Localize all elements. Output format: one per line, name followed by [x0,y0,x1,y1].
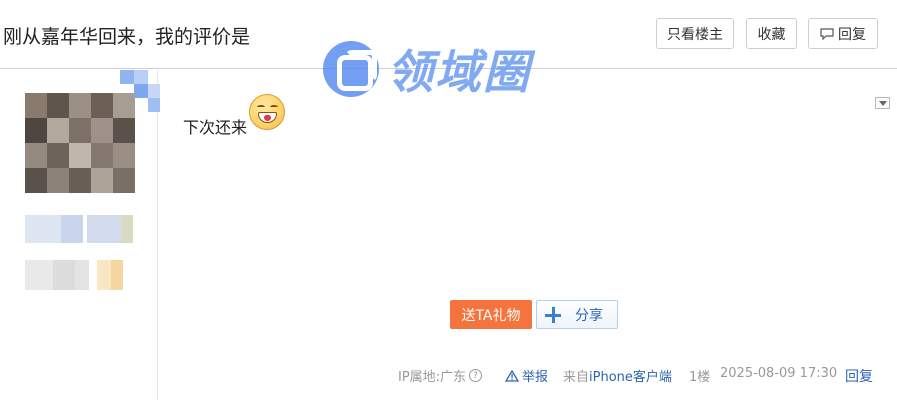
help-icon[interactable]: ? [469,369,483,382]
ip-location-label: IP属地:广东 [398,370,467,385]
avatar[interactable] [25,93,135,193]
favorite-button[interactable]: 收藏 [746,18,797,49]
warning-icon [505,369,519,382]
send-gift-button[interactable]: 送TA礼物 [450,300,532,329]
share-button-label: 分享 [575,307,603,324]
post-source: 来自 iPhone客户端 [563,366,672,385]
thread-title: 刚从嘉年华回来，我的评价是 [3,26,251,48]
author-level-blurred [25,260,145,290]
share-button[interactable]: 分享 [536,300,618,329]
floor-number: 1楼 [689,370,711,385]
only-op-button[interactable]: 只看楼主 [656,18,734,49]
post-time: 2025-08-09 17:30 [720,366,838,381]
author-column [3,70,160,400]
plus-icon [545,306,561,323]
grin-heart-emoji-icon [249,94,285,130]
author-name-blurred[interactable] [25,215,135,243]
thread-header: 刚从嘉年华回来，我的评价是 只看楼主 收藏 回复 [0,0,897,69]
source-device-link[interactable]: iPhone客户端 [589,366,672,385]
ip-location: IP属地:广东 ? [398,366,483,385]
comment-icon [820,27,834,40]
post-reply-link[interactable]: 回复 [845,366,873,386]
reply-button[interactable]: 回复 [808,18,878,49]
post-content: 下次还来 [183,118,248,137]
report-label: 举报 [522,370,549,385]
source-prefix: 来自 [563,370,590,385]
reply-button-label: 回复 [838,26,866,43]
report-link[interactable]: 举报 [505,366,548,385]
chevron-down-icon[interactable] [875,97,890,109]
